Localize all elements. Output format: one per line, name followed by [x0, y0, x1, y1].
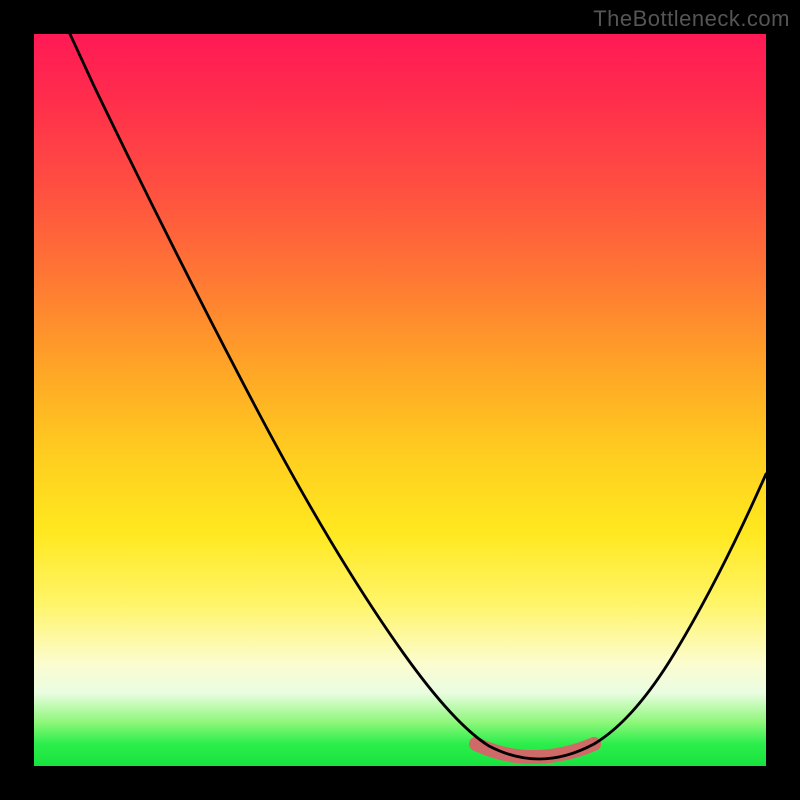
- plot-area: [34, 34, 766, 766]
- chart-frame: TheBottleneck.com: [0, 0, 800, 800]
- bottleneck-curve-line: [70, 34, 766, 759]
- watermark-text: TheBottleneck.com: [593, 6, 790, 32]
- curve-layer: [34, 34, 766, 766]
- valley-highlight: [476, 744, 594, 757]
